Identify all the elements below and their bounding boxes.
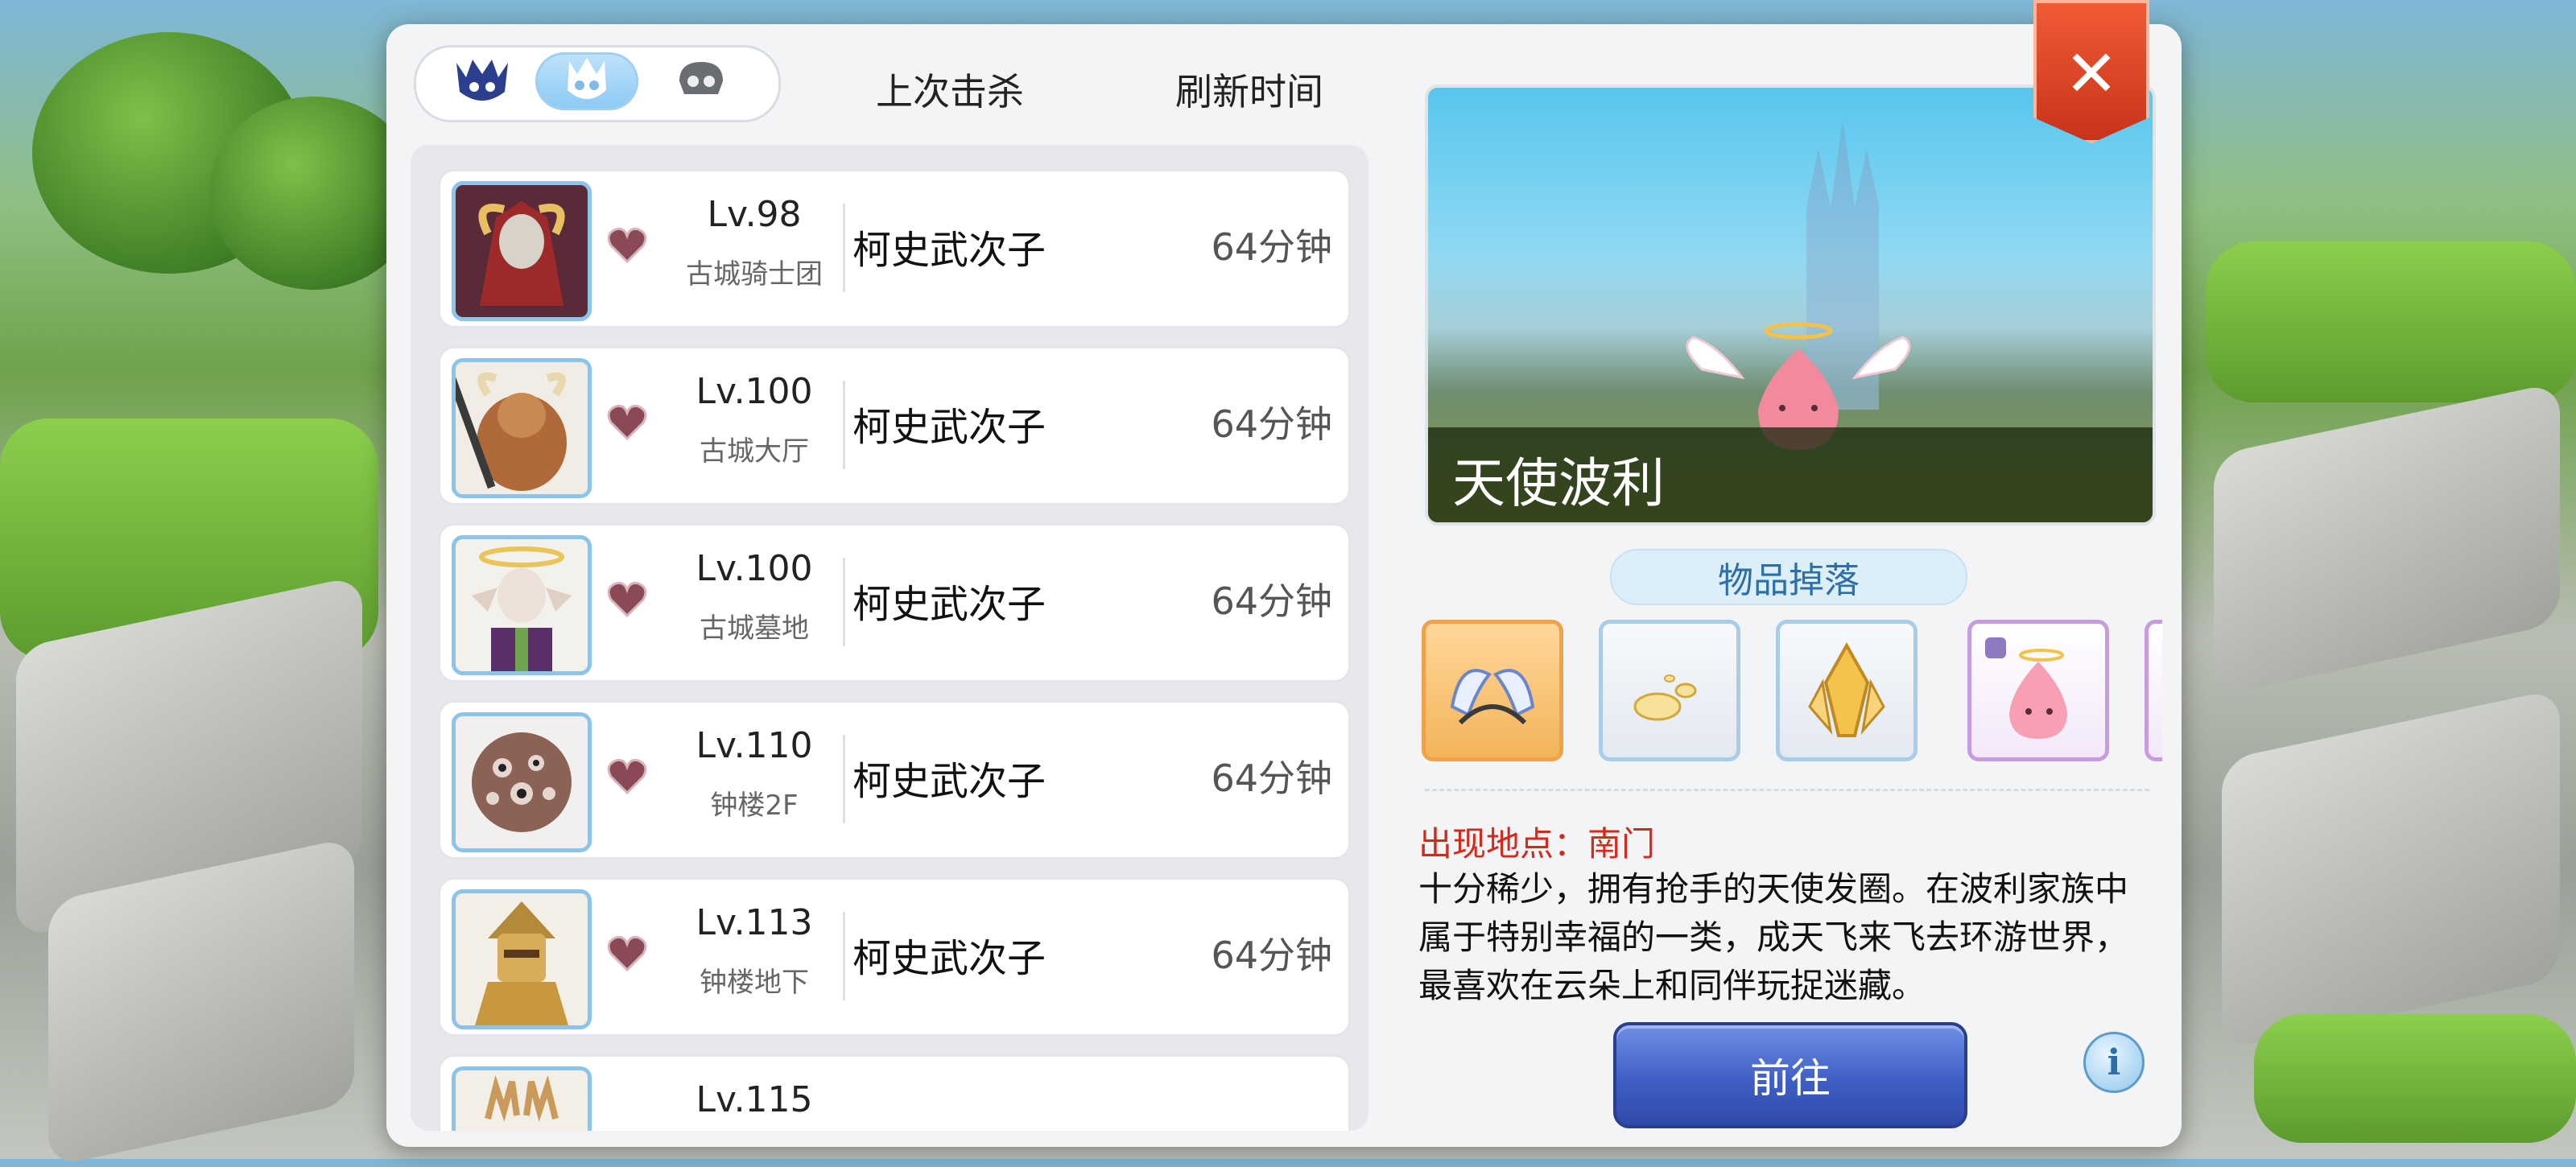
boss-level: Lv.113 bbox=[696, 902, 813, 943]
boss-portrait bbox=[452, 712, 592, 852]
boss-portrait bbox=[452, 181, 592, 321]
refresh-time-header: 刷新时间 bbox=[1175, 70, 1323, 113]
rock bbox=[2214, 381, 2560, 697]
divider bbox=[843, 912, 845, 1000]
drops-title: 物品掉落 bbox=[1718, 560, 1860, 601]
angel-wing-headband-icon bbox=[1450, 669, 1535, 725]
hidden-item-icon bbox=[2159, 634, 2162, 747]
drop-item[interactable] bbox=[1422, 620, 1563, 761]
boss-map: 钟楼2F bbox=[710, 790, 799, 822]
rock bbox=[2222, 688, 2560, 1050]
boss-row[interactable]: Lv.110 钟楼2F 柯史武次子 64分钟 bbox=[438, 700, 1351, 860]
boss-row[interactable]: Lv.113 钟楼地下 柯史武次子 64分钟 bbox=[438, 877, 1351, 1037]
boss-map: 古城大厅 bbox=[700, 435, 809, 468]
boss-row[interactable]: Lv.98 古城骑士团 柯史武次子 64分钟 bbox=[438, 169, 1351, 328]
boss-list[interactable]: Lv.98 古城骑士团 柯史武次子 64分钟 Lv.100 古城大厅 柯史武次子… bbox=[411, 145, 1368, 1131]
boss-level: Lv.110 bbox=[696, 725, 813, 766]
divider bbox=[843, 204, 845, 292]
monster-description: 十分稀少，拥有抢手的天使发圈。在波利家族中属于特别幸福的一类，成天飞来飞去环游世… bbox=[1418, 869, 2129, 1005]
boss-row[interactable]: Lv.115 bbox=[438, 1054, 1351, 1131]
last-killer: 柯史武次子 bbox=[852, 936, 1046, 981]
refresh-time: 64分钟 bbox=[1211, 402, 1332, 446]
boss-portrait bbox=[452, 1066, 592, 1131]
golden-crystal-icon bbox=[1808, 641, 1885, 737]
boss-map: 钟楼地下 bbox=[700, 967, 809, 999]
boss-skull-icon bbox=[568, 58, 606, 99]
boss-level: Lv.115 bbox=[696, 1079, 813, 1120]
jellopy-icon bbox=[1633, 674, 1697, 721]
go-button-label: 前往 bbox=[1750, 1055, 1831, 1102]
refresh-time: 64分钟 bbox=[1211, 934, 1332, 977]
go-button[interactable]: 前往 bbox=[1613, 1022, 1967, 1128]
dark-boss-skull-icon bbox=[456, 60, 508, 101]
last-kill-header: 上次击杀 bbox=[876, 70, 1024, 113]
info-button[interactable]: i bbox=[2083, 1032, 2145, 1093]
boss-tab-group bbox=[414, 45, 781, 122]
boss-level: Lv.100 bbox=[696, 371, 813, 412]
divider bbox=[843, 381, 845, 469]
close-icon: ✕ bbox=[2064, 36, 2119, 111]
boss-row[interactable]: Lv.100 古城墓地 柯史武次子 64分钟 bbox=[438, 523, 1351, 682]
info-icon: i bbox=[2107, 1041, 2121, 1083]
refresh-time: 64分钟 bbox=[1211, 579, 1332, 623]
boss-portrait bbox=[452, 535, 592, 675]
divider bbox=[843, 735, 845, 823]
monster-preview: 天使波利 bbox=[1425, 85, 2156, 526]
boss-panel: 上次击杀 刷新时间 Lv.98 古城骑士团 柯史武次子 64分钟 Lv.100 … bbox=[386, 0, 2182, 1147]
boss-level: Lv.98 bbox=[707, 194, 802, 235]
monster-name: 天使波利 bbox=[1452, 452, 1665, 514]
last-killer: 柯史武次子 bbox=[852, 582, 1046, 627]
last-killer: 柯史武次子 bbox=[852, 759, 1046, 804]
refresh-time: 64分钟 bbox=[1211, 757, 1332, 800]
preview-caption: 天使波利 bbox=[1428, 427, 2153, 522]
drop-item[interactable] bbox=[1776, 620, 1918, 761]
boss-portrait bbox=[452, 889, 592, 1029]
boss-level: Lv.100 bbox=[696, 548, 813, 589]
grass-patch bbox=[2254, 1014, 2576, 1143]
tab-dark-boss[interactable] bbox=[431, 52, 534, 110]
boss-row[interactable]: Lv.100 古城大厅 柯史武次子 64分钟 bbox=[438, 346, 1351, 505]
drop-item[interactable] bbox=[1967, 620, 2109, 761]
spawn-location: 出现地点：南门 bbox=[1418, 824, 1656, 864]
boss-map: 古城墓地 bbox=[700, 612, 809, 645]
drop-list[interactable] bbox=[1422, 620, 2162, 781]
angeling-card-icon bbox=[1985, 637, 2067, 739]
boss-portrait bbox=[452, 358, 592, 498]
tab-normal[interactable] bbox=[650, 52, 753, 110]
grass-patch bbox=[2206, 241, 2576, 402]
close-button[interactable]: ✕ bbox=[2033, 0, 2149, 143]
drop-item[interactable] bbox=[1599, 620, 1740, 761]
drops-title-pill: 物品掉落 bbox=[1610, 549, 1967, 605]
gray-skull-icon bbox=[679, 62, 723, 94]
divider bbox=[843, 558, 845, 646]
tab-boss[interactable] bbox=[535, 52, 638, 110]
boss-map: 古城骑士团 bbox=[686, 258, 823, 291]
last-killer: 柯史武次子 bbox=[852, 405, 1046, 450]
refresh-time: 64分钟 bbox=[1211, 225, 1332, 269]
last-killer: 柯史武次子 bbox=[852, 228, 1046, 273]
drop-item[interactable] bbox=[2145, 620, 2162, 761]
divider bbox=[1425, 789, 2149, 791]
